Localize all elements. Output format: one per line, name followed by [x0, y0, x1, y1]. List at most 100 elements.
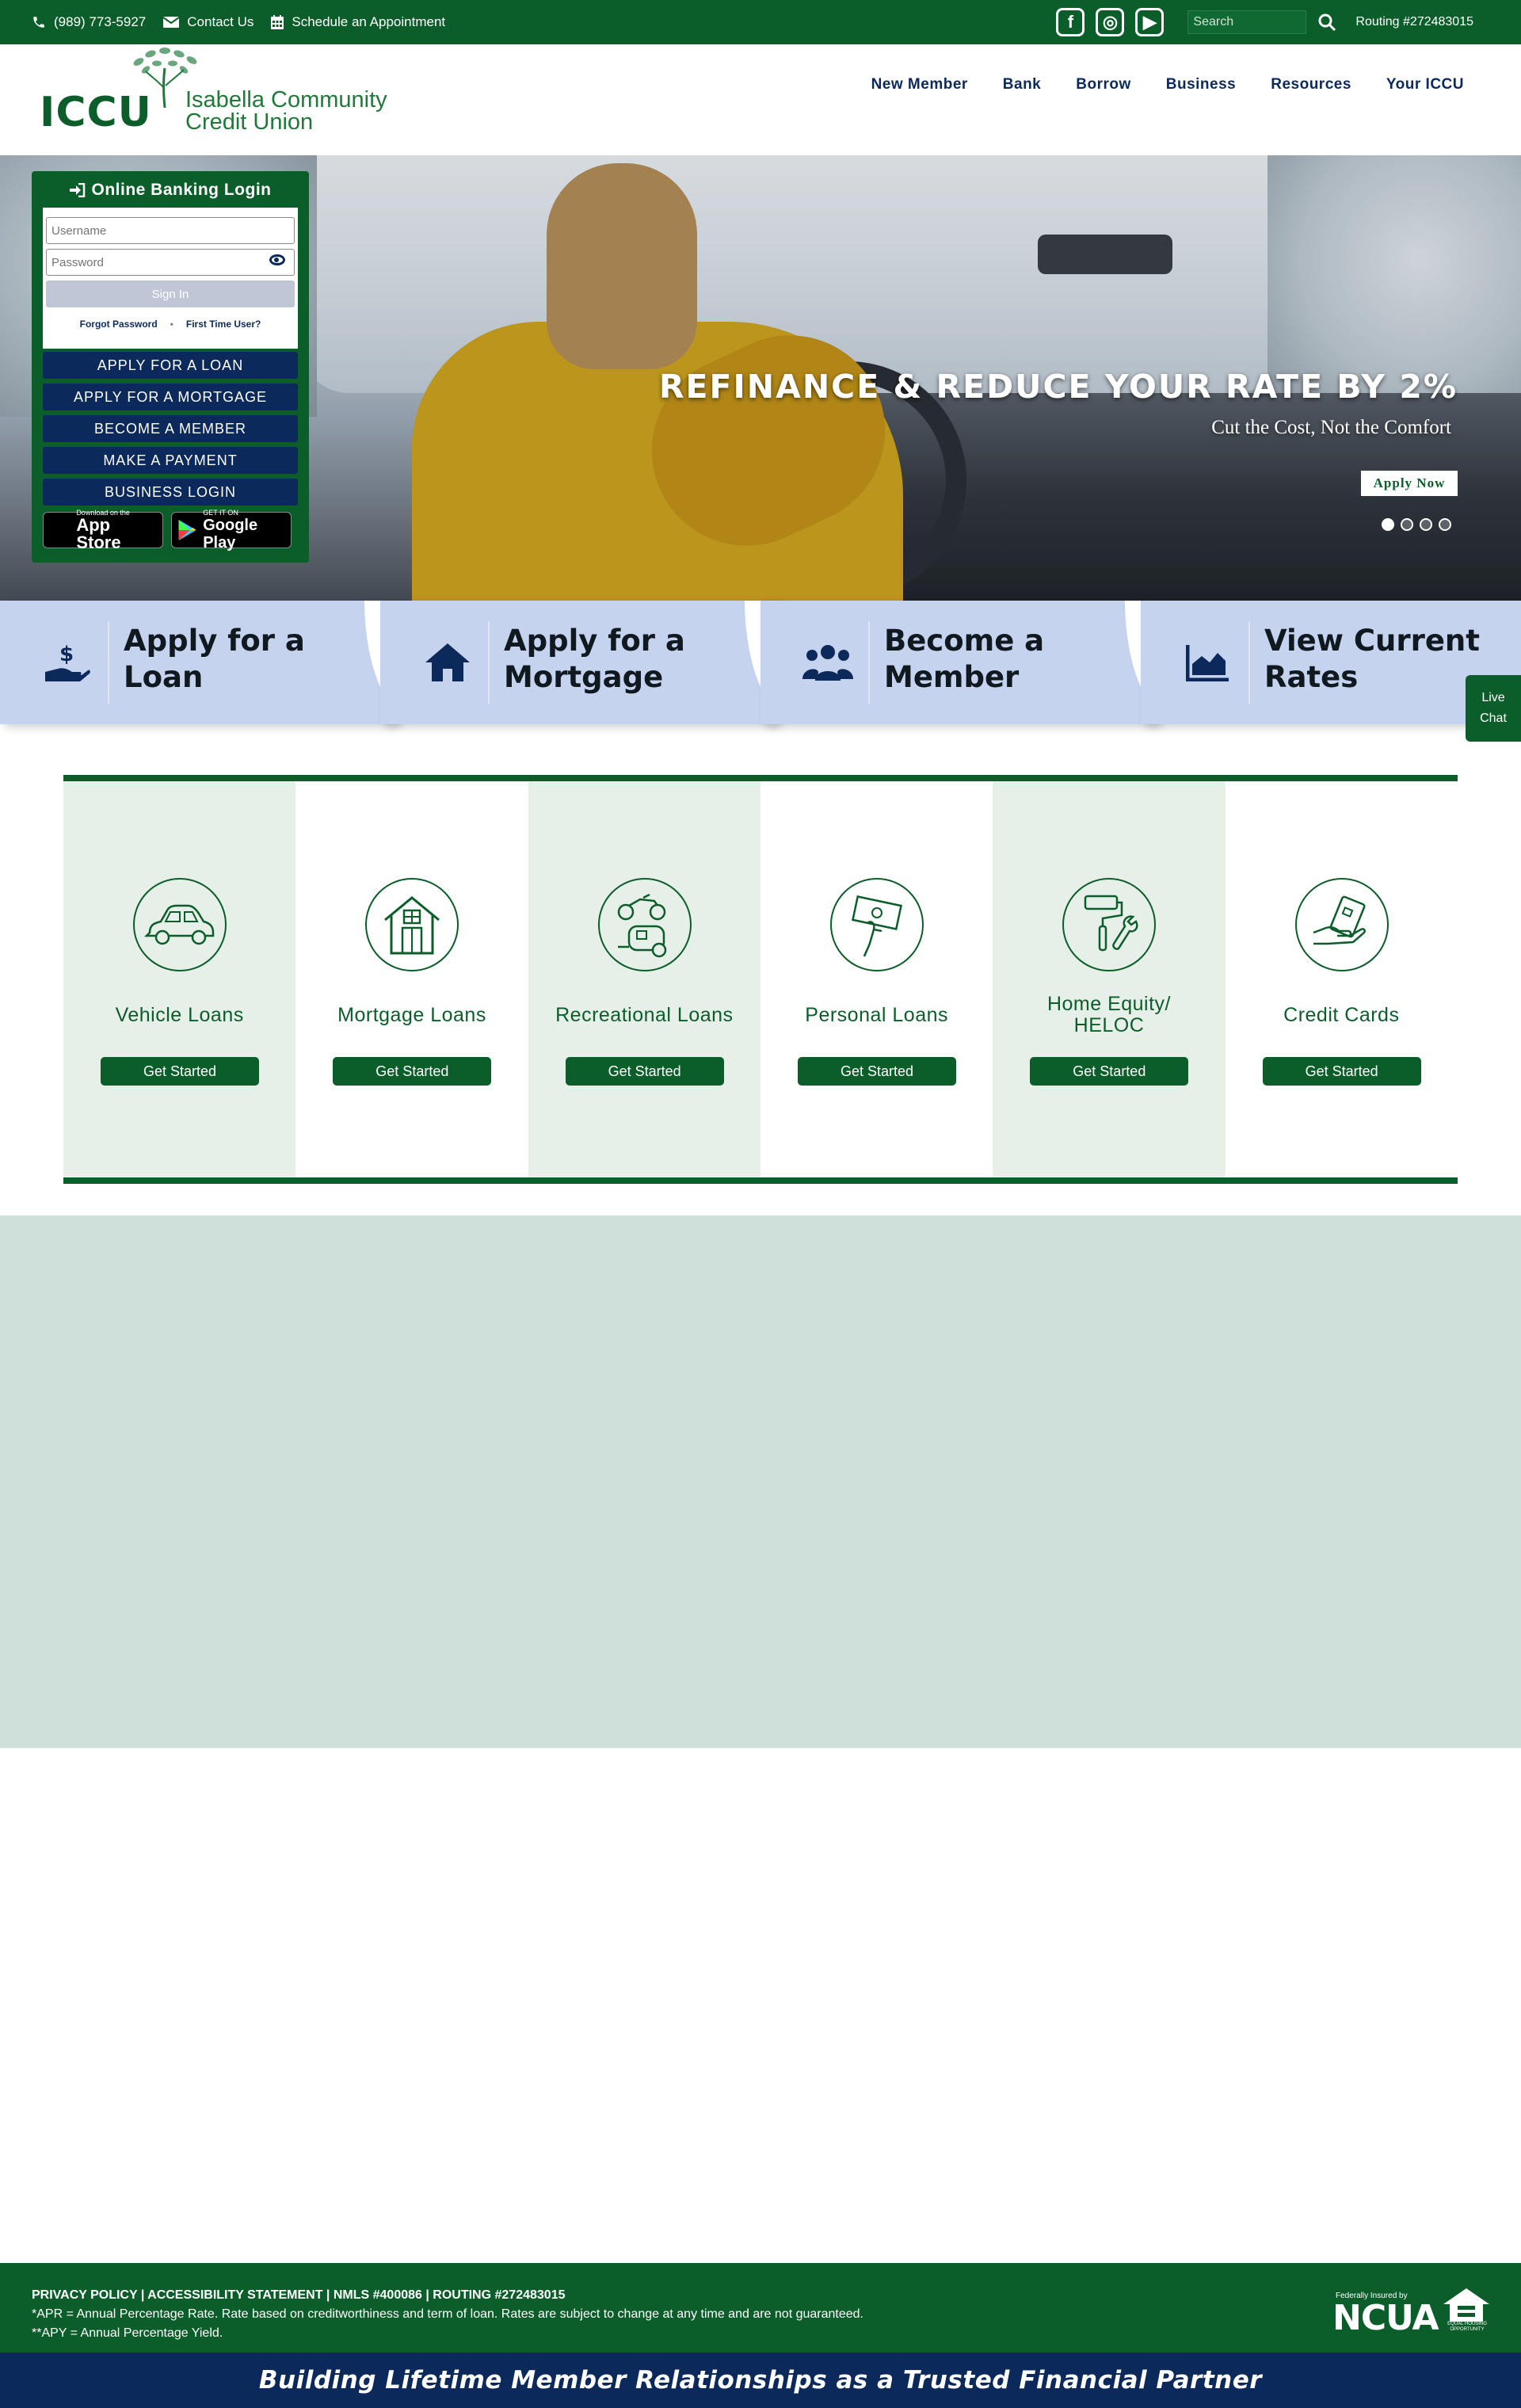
page: (989) 773-5927 Contact Us Schedule an Ap…	[0, 0, 1521, 2408]
login-title-text: Online Banking Login	[91, 181, 272, 199]
cta-apply-loan[interactable]: $ Apply for a Loan	[0, 601, 396, 724]
nav-business[interactable]: Business	[1149, 76, 1253, 93]
get-started-button[interactable]: Get Started	[101, 1057, 259, 1086]
google-play-large: Google Play	[203, 517, 258, 551]
app-store-badge[interactable]: Download on the App Store	[43, 509, 163, 551]
topbar-left: (989) 773-5927 Contact Us Schedule an Ap…	[32, 0, 445, 44]
carousel-dot[interactable]	[1382, 518, 1394, 531]
footer-apr-note: *APR = Annual Percentage Rate. Rate base…	[32, 2307, 863, 2321]
loan-card-home-equity: Home Equity/ HELOC Get Started	[993, 781, 1226, 1177]
cta-label-line2: Loan	[124, 660, 204, 694]
phone-icon	[33, 17, 44, 28]
logo-acronym: ICCU	[40, 89, 152, 136]
get-started-button[interactable]: Get Started	[565, 1057, 724, 1086]
loan-card-credit-cards: Credit Cards Get Started	[1226, 781, 1458, 1177]
cta-divider	[1248, 621, 1250, 704]
hero-headline: REFINANCE & REDUCE YOUR RATE BY 2%	[658, 368, 1458, 406]
sign-in-button[interactable]: Sign In	[46, 280, 295, 307]
nav-resources[interactable]: Resources	[1253, 76, 1369, 93]
hero-subhead: Cut the Cost, Not the Comfort	[1211, 417, 1451, 438]
equal-housing-text: EQUAL HOUSING OPPORTUNITY	[1447, 2322, 1487, 2332]
card-hand-icon	[1294, 878, 1389, 971]
password-field[interactable]	[46, 249, 295, 276]
topbar-right: f ◎ ▶ Routing #272483015	[1056, 0, 1473, 44]
contact-link[interactable]: Contact Us	[163, 14, 254, 30]
hero-apply-button[interactable]: Apply Now	[1361, 471, 1458, 496]
content-band	[0, 1215, 1521, 1748]
envelope-icon	[163, 17, 180, 28]
apply-loan-button[interactable]: APPLY FOR A LOAN	[43, 352, 298, 379]
svg-text:$: $	[59, 643, 74, 666]
cta-divider	[108, 621, 109, 704]
cta-label-line1: Become a	[884, 624, 1045, 658]
cash-hand-icon	[829, 878, 924, 971]
google-play-icon	[178, 520, 196, 540]
loan-card-vehicle: Vehicle Loans Get Started	[63, 781, 296, 1177]
house-icon	[420, 639, 475, 686]
apply-mortgage-button[interactable]: APPLY FOR A MORTGAGE	[43, 384, 298, 410]
link-separator: •	[170, 319, 173, 330]
cta-label-line2: Member	[884, 660, 1020, 694]
search-input[interactable]	[1187, 10, 1307, 34]
nav-your-iccu[interactable]: Your ICCU	[1369, 76, 1481, 93]
youtube-icon[interactable]: ▶	[1135, 8, 1165, 36]
make-payment-button[interactable]: MAKE A PAYMENT	[43, 447, 298, 474]
calendar-icon	[271, 15, 284, 29]
app-store-badges: Download on the App Store GET IT ON Goog…	[43, 509, 298, 551]
footer-links[interactable]: PRIVACY POLICY | ACCESSIBILITY STATEMENT…	[32, 2288, 565, 2303]
car-icon	[133, 878, 227, 971]
live-chat-button[interactable]: Live Chat	[1466, 675, 1521, 742]
phone-link[interactable]: (989) 773-5927	[32, 14, 146, 30]
loan-title: Vehicle Loans	[115, 1003, 244, 1026]
cta-view-rates[interactable]: View Current Rates	[1141, 601, 1521, 724]
cta-apply-mortgage[interactable]: Apply for a Mortgage	[380, 601, 776, 724]
get-started-button[interactable]: Get Started	[1262, 1057, 1421, 1086]
instagram-icon[interactable]: ◎	[1096, 8, 1125, 36]
username-field[interactable]	[46, 217, 295, 244]
atv-camper-icon	[597, 878, 692, 971]
users-icon	[800, 639, 856, 686]
nav-new-member[interactable]: New Member	[854, 76, 985, 93]
forgot-password-link[interactable]: Forgot Password	[80, 319, 158, 330]
facebook-icon[interactable]: f	[1056, 8, 1085, 36]
show-password-icon[interactable]	[269, 254, 285, 265]
search-icon[interactable]	[1317, 13, 1336, 32]
become-member-button[interactable]: BECOME A MEMBER	[43, 415, 298, 442]
cta-label-line2: Mortgage	[504, 660, 664, 694]
cta-divider	[488, 621, 490, 704]
area-chart-icon	[1180, 639, 1236, 686]
loan-card-mortgage: Mortgage Loans Get Started	[295, 781, 528, 1177]
sign-in-icon	[69, 183, 85, 197]
business-login-button[interactable]: BUSINESS LOGIN	[43, 479, 298, 506]
nav-bank[interactable]: Bank	[985, 76, 1058, 93]
cta-become-member[interactable]: Become a Member	[760, 601, 1157, 724]
loan-card-recreational: Recreational Loans Get Started	[528, 781, 760, 1177]
google-play-badge[interactable]: GET IT ON Google Play	[171, 509, 292, 551]
loans-bottom-rule	[63, 1177, 1458, 1184]
schedule-link[interactable]: Schedule an Appointment	[271, 14, 445, 30]
get-started-button[interactable]: Get Started	[333, 1057, 492, 1086]
carousel-dots	[1382, 518, 1451, 531]
get-started-button[interactable]: Get Started	[1030, 1057, 1189, 1086]
contact-text: Contact Us	[187, 14, 254, 29]
house-icon	[365, 878, 459, 971]
logo-name-line2: Credit Union	[185, 109, 314, 135]
cta-label-line1: Apply for a	[124, 624, 305, 658]
loan-title: Home Equity/ HELOC	[1046, 993, 1171, 1036]
iccu-logo[interactable]: ICCU Isabella Community Credit Union	[40, 44, 396, 143]
first-time-user-link[interactable]: First Time User?	[186, 319, 261, 330]
carousel-dot[interactable]	[1420, 518, 1432, 531]
cta-label: Become a Member	[884, 623, 1044, 696]
login-form: Sign In Forgot Password • First Time Use…	[43, 208, 298, 349]
cta-label: Apply for a Mortgage	[504, 623, 685, 696]
cta-band: $ Apply for a Loan Apply for a Mortgage Be…	[0, 601, 1521, 724]
loans-top-rule	[63, 775, 1458, 781]
nav-borrow[interactable]: Borrow	[1058, 76, 1149, 93]
cta-label-line2: Rates	[1264, 660, 1359, 694]
carousel-dot[interactable]	[1401, 518, 1413, 531]
carousel-dot[interactable]	[1439, 518, 1451, 531]
get-started-button[interactable]: Get Started	[797, 1057, 956, 1086]
cta-divider	[868, 621, 870, 704]
live-chat-line2: Chat	[1480, 712, 1507, 725]
loan-title: Credit Cards	[1283, 1003, 1400, 1026]
